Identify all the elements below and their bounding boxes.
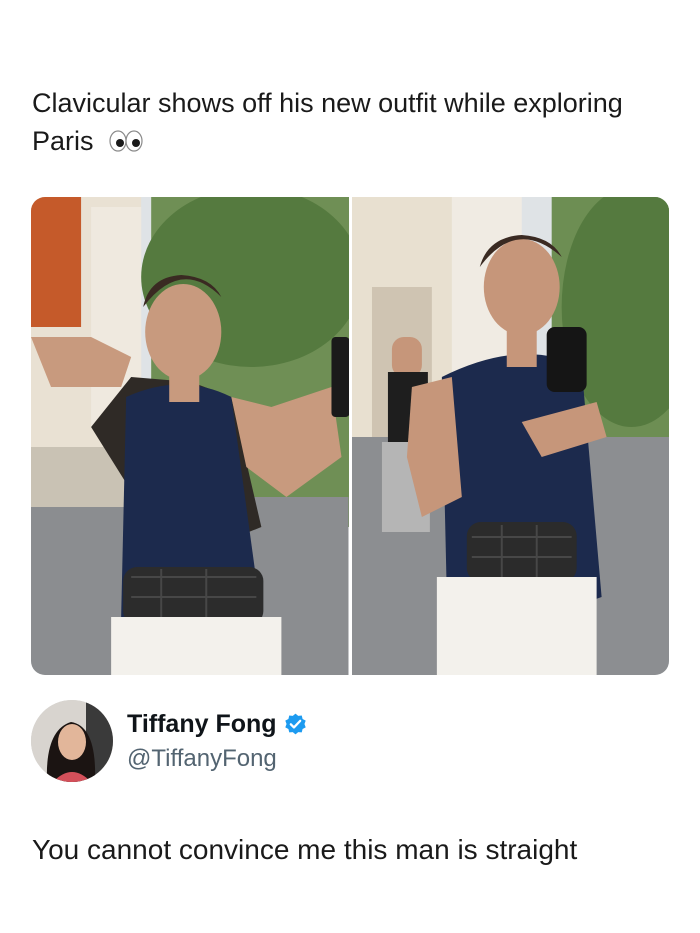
photo-left[interactable]	[31, 197, 349, 675]
verified-badge-icon	[283, 712, 308, 737]
avatar[interactable]	[31, 700, 113, 782]
photo-right[interactable]	[351, 197, 669, 675]
author-display-name[interactable]: Tiffany Fong	[127, 710, 277, 739]
author-block[interactable]: Tiffany Fong @TiffanyFong	[31, 700, 308, 782]
tweet-text: You cannot convince me this man is strai…	[32, 834, 578, 865]
author-handle[interactable]: @TiffanyFong	[127, 745, 308, 773]
media-grid	[31, 197, 669, 675]
post-caption: Clavicular shows off his new outfit whil…	[32, 84, 672, 162]
eyes-icon	[109, 124, 143, 162]
